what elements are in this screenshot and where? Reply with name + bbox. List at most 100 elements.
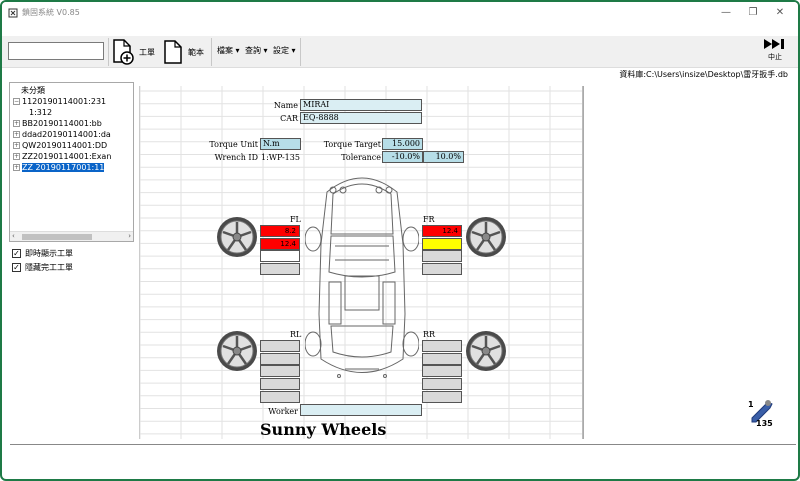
- rl-torque-cell: [260, 365, 300, 378]
- worker-field[interactable]: [300, 404, 422, 416]
- tolerance-max-field[interactable]: 10.0%: [423, 151, 464, 163]
- tree-item[interactable]: + QW20190114001:DD: [13, 140, 107, 151]
- fr-torque-cell: [422, 250, 462, 263]
- wrench-id-value: 1:WP-135: [261, 153, 300, 162]
- database-path: 資料庫:C:\Users\insize\Desktop\雷牙扳手.db: [619, 70, 788, 79]
- menu-file[interactable]: 檔案 ▾: [217, 45, 240, 56]
- hide-completed-checkbox[interactable]: ✓ 隱藏完工工單: [12, 262, 73, 273]
- wrench-badge-top: 1: [748, 400, 754, 409]
- expand-icon[interactable]: +: [13, 164, 20, 171]
- car-field[interactable]: EQ-8888: [300, 112, 422, 124]
- toolbar-separator: [300, 38, 301, 66]
- rl-torque-cell: [260, 390, 300, 403]
- scroll-thumb[interactable]: [22, 234, 92, 240]
- name-field[interactable]: MIRAI: [300, 99, 422, 111]
- tree-item[interactable]: + ZZ20190114001:Exan: [13, 151, 111, 162]
- fl-torque-cell: [260, 263, 300, 276]
- tree-item[interactable]: −1120190114001:231: [13, 96, 106, 107]
- tree-item[interactable]: 未分類: [21, 85, 45, 96]
- rl-torque-cell: [260, 378, 300, 391]
- checkmark-icon: ✓: [12, 263, 21, 272]
- expand-icon[interactable]: +: [13, 120, 20, 127]
- work-order-label: 工單: [139, 47, 155, 57]
- show-realtime-checkbox[interactable]: ✓ 即時顯示工單: [12, 248, 73, 259]
- template-label: 範本: [188, 47, 204, 57]
- toolbar-separator: [211, 38, 212, 66]
- app-icon: [8, 8, 18, 18]
- minimize-button[interactable]: —: [715, 5, 737, 21]
- toolbar: 工單 範本 檔案 ▾ 查詢 ▾ 設定 ▾ 中止: [2, 36, 798, 68]
- rr-torque-cell: [422, 352, 462, 365]
- rl-wheel-icon: [216, 330, 258, 372]
- fl-torque-cell: 12.4: [260, 237, 300, 250]
- restore-button[interactable]: ❐: [742, 5, 764, 21]
- scroll-right-icon[interactable]: ›: [128, 232, 131, 240]
- rl-torque-cell: [260, 340, 300, 352]
- title-bar: 鎖固系統 V0.85 — ❐ ✕: [2, 2, 798, 24]
- stop-button[interactable]: 中止: [764, 39, 786, 62]
- menu-query-label: 查詢: [245, 46, 261, 55]
- torque-unit-field[interactable]: N.m: [260, 138, 301, 150]
- tree-item[interactable]: + ZZ 20190117001:11: [13, 162, 105, 173]
- tolerance-label: Tolerance: [341, 153, 381, 162]
- menu-settings[interactable]: 設定 ▾: [273, 45, 296, 56]
- window-title: 鎖固系統 V0.85: [22, 8, 80, 17]
- show-realtime-label: 即時顯示工單: [25, 249, 73, 258]
- name-label: Name: [273, 101, 298, 110]
- status-divider: [10, 444, 796, 445]
- tree-item-label: ZZ 20190117001:11: [22, 163, 105, 172]
- fl-wheel-icon: [216, 216, 258, 258]
- work-order-tree: 未分類 −1120190114001:231 1:312 + BB20190114001…: [9, 82, 134, 242]
- fl-label: FL: [290, 215, 301, 224]
- menu-file-label: 檔案: [217, 46, 233, 55]
- scroll-left-icon[interactable]: ‹: [12, 232, 15, 240]
- rr-torque-cell: [422, 378, 462, 391]
- template-button[interactable]: 範本: [162, 38, 204, 66]
- tree-item[interactable]: + ddad20190114001:da: [13, 129, 111, 140]
- fr-wheel-icon: [465, 216, 507, 258]
- torque-unit-label: Torque Unit: [209, 140, 258, 149]
- worker-label: Worker: [268, 407, 298, 416]
- brand-title: Sunny Wheels: [260, 420, 387, 439]
- tree-item[interactable]: + BB20190114001:bb: [13, 118, 102, 129]
- toolbar-separator: [108, 38, 109, 66]
- rr-torque-cell: [422, 340, 462, 352]
- fr-torque-cell: 12.4: [422, 225, 462, 237]
- tree-item-label: 未分類: [21, 86, 45, 95]
- document-icon: [164, 40, 182, 64]
- collapse-icon[interactable]: −: [13, 98, 20, 105]
- rl-torque-cell: [260, 352, 300, 365]
- tree-item[interactable]: 1:312: [29, 107, 52, 118]
- close-button[interactable]: ✕: [769, 5, 791, 21]
- wrench-icon[interactable]: 1 135: [746, 398, 776, 428]
- rr-wheel-icon: [465, 330, 507, 372]
- tree-item-label: ZZ20190114001:Exan: [22, 152, 112, 161]
- rr-label: RR: [423, 330, 436, 339]
- horizontal-scrollbar[interactable]: ‹ ›: [10, 231, 133, 241]
- search-input[interactable]: [8, 42, 104, 60]
- panel-divider: [583, 86, 584, 439]
- menu-settings-label: 設定: [273, 46, 289, 55]
- tree-item-label: 1120190114001:231: [22, 97, 107, 106]
- work-order-button[interactable]: 工單: [112, 38, 155, 66]
- tree-item-label: 1:312: [29, 108, 53, 117]
- fr-torque-cell: [422, 263, 462, 276]
- app-window: 鎖固系統 V0.85 — ❐ ✕ 工單 範本 檔案 ▾ 查詢 ▾ 設定 ▾ 中止…: [0, 0, 800, 481]
- tree-item-label: BB20190114001:bb: [22, 119, 102, 128]
- hide-completed-label: 隱藏完工工單: [25, 263, 73, 272]
- checkmark-icon: ✓: [12, 249, 21, 258]
- fl-torque-cell: 8.2: [260, 225, 300, 237]
- tree-item-label: ddad20190114001:da: [22, 130, 111, 139]
- report-sheet: Name MIRAI CAR EQ-8888 Torque Unit N.m T…: [139, 86, 583, 439]
- menu-query[interactable]: 查詢 ▾: [245, 45, 268, 56]
- new-document-icon: [113, 39, 134, 65]
- expand-icon[interactable]: +: [13, 142, 20, 149]
- expand-icon[interactable]: +: [13, 131, 20, 138]
- expand-icon[interactable]: +: [13, 153, 20, 160]
- wrench-badge-bottom: 135: [756, 419, 773, 428]
- car-top-view: [305, 177, 419, 378]
- torque-target-field[interactable]: 15.000: [382, 138, 423, 150]
- tolerance-min-field[interactable]: -10.0%: [382, 151, 423, 163]
- tree-item-label: QW20190114001:DD: [22, 141, 108, 150]
- fast-forward-icon: [764, 39, 784, 49]
